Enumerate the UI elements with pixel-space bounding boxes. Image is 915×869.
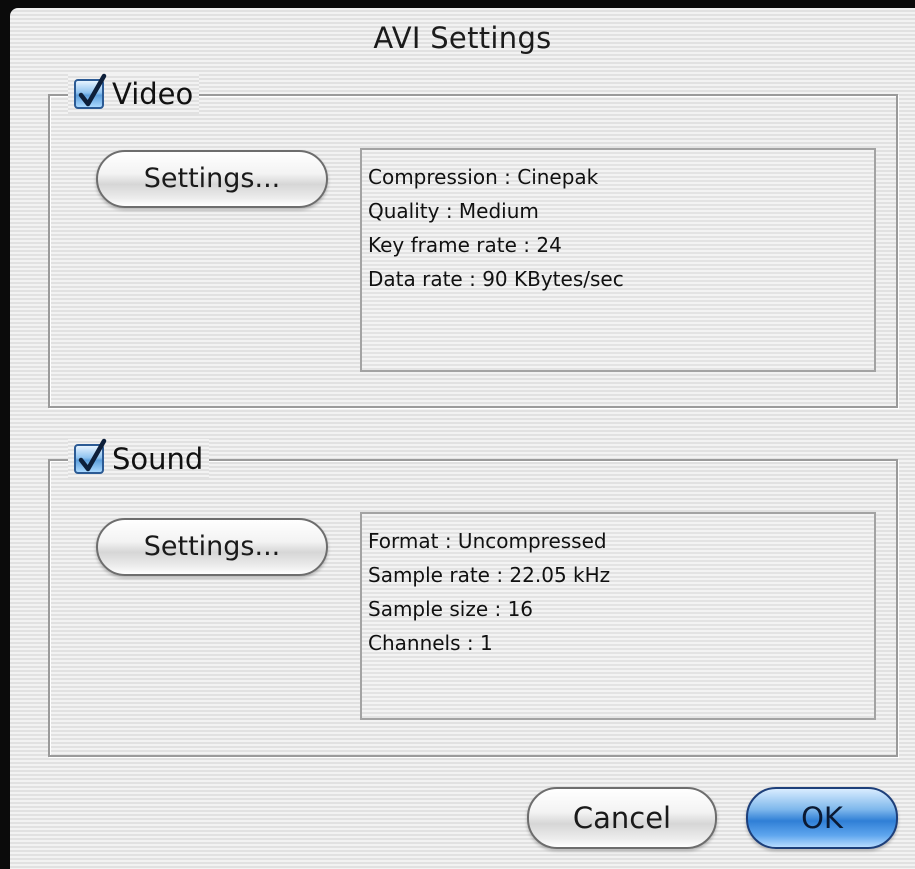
sound-label[interactable]: Sound [112,442,203,476]
sound-info-channels: Channels : 1 [368,631,493,655]
sound-checkbox[interactable] [74,438,107,474]
window-title: AVI Settings [373,21,552,55]
video-settings-button[interactable]: Settings... [96,150,328,208]
checkmark-icon [78,438,107,472]
sound-info-format: Format : Uncompressed [368,529,607,553]
sound-info-box: Format : Uncompressed Sample rate : 22.0… [360,512,876,720]
video-label[interactable]: Video [112,77,193,111]
checkmark-icon [78,73,107,107]
sound-settings-button[interactable]: Settings... [96,518,328,576]
video-info-key-frame-rate: Key frame rate : 24 [368,233,562,257]
video-info-box: Compression : Cinepak Quality : Medium K… [360,148,876,372]
sound-group-header: Sound [68,438,210,479]
video-info-quality: Quality : Medium [368,199,539,223]
video-info-data-rate: Data rate : 90 KBytes/sec [368,267,624,291]
sound-info-sample-rate: Sample rate : 22.05 kHz [368,563,611,587]
video-checkbox[interactable] [74,73,107,109]
cancel-button[interactable]: Cancel [527,787,717,849]
video-group-header: Video [68,73,200,114]
sound-group: Sound Settings... Format : Uncompressed … [48,438,898,757]
sound-info-sample-size: Sample size : 16 [368,597,534,621]
avi-settings-dialog: AVI Settings Video Settings... Compressi… [10,8,915,869]
ok-button[interactable]: OK [746,787,898,849]
video-group: Video Settings... Compression : Cinepak … [48,73,898,408]
video-info-compression: Compression : Cinepak [368,165,599,189]
